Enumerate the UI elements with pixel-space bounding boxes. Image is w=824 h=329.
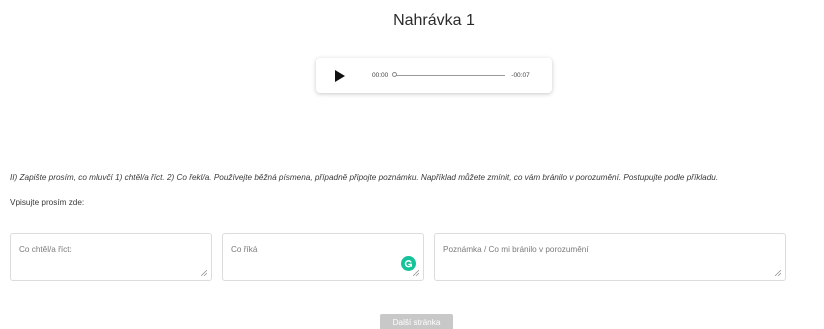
remaining-time: -00:07 <box>511 72 530 79</box>
grammarly-icon[interactable] <box>401 256 416 271</box>
progress-handle[interactable] <box>392 72 398 77</box>
said-text-input[interactable] <box>223 234 423 280</box>
next-page-button[interactable]: Další stránka <box>380 314 453 329</box>
resize-grip-icon[interactable] <box>201 270 207 276</box>
audio-player: 00:00 -00:07 <box>316 58 552 93</box>
note-input[interactable] <box>435 234 785 280</box>
page-title: Nahrávka 1 <box>393 12 475 29</box>
play-button[interactable] <box>335 69 345 82</box>
said-text-field <box>222 233 424 281</box>
current-time: 00:00 <box>372 72 389 79</box>
prompt-label: Vpisujte prosím zde: <box>10 198 85 207</box>
intended-meaning-input[interactable] <box>11 234 211 280</box>
intended-meaning-field <box>10 233 212 281</box>
instruction-text: II) Zapište prosím, co mluvčí 1) chtěl/a… <box>10 173 719 182</box>
resize-grip-icon[interactable] <box>413 270 419 276</box>
resize-grip-icon[interactable] <box>775 270 781 276</box>
play-icon <box>335 69 345 82</box>
note-field <box>434 233 786 281</box>
progress-bar[interactable] <box>392 72 506 77</box>
survey-page: Nahrávka 1 00:00 -00:07 II) Zapište pros… <box>0 0 824 329</box>
